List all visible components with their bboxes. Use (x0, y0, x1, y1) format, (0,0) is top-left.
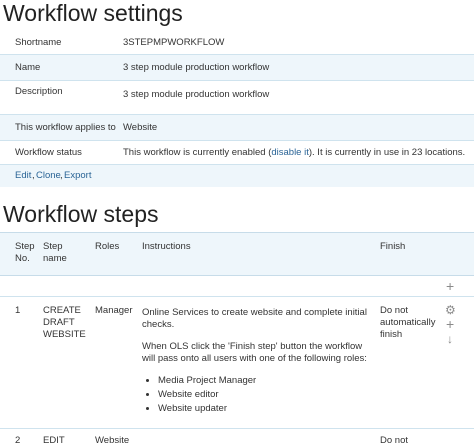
name-label: Name (15, 62, 41, 73)
row-divider (0, 296, 474, 297)
role-list: Media Project Manager Website editor Web… (142, 375, 370, 415)
settings-row-applies: This workflow applies to Website (0, 114, 474, 140)
clone-link[interactable]: Clone (36, 170, 61, 181)
gear-icon[interactable]: ⚙ (445, 304, 456, 316)
shortname-value: 3STEPMPWORKFLOW (123, 37, 225, 48)
header-finish: Finish (380, 241, 406, 252)
step-1-name: CREATE DRAFT WEBSITE (43, 305, 86, 340)
step-1-finish: Do not automatically finish (380, 305, 436, 340)
step-2-number: 2 (15, 435, 21, 446)
separator: , (32, 170, 35, 181)
applies-label: This workflow applies to (15, 122, 116, 133)
separator: , (60, 170, 63, 181)
step-1-number: 1 (15, 305, 21, 316)
header-instructions: Instructions (142, 241, 191, 252)
step-2-roles: Website (95, 435, 130, 446)
header-roles: Roles (95, 241, 120, 252)
status-label: Workflow status (15, 147, 82, 158)
disable-link[interactable]: disable it (271, 147, 309, 158)
settings-actions: Edit , Clone , Export (0, 164, 474, 187)
plus-icon[interactable]: + (446, 317, 454, 331)
arrow-down-icon[interactable]: ↓ (447, 333, 453, 345)
header-step-no: Step No. (15, 241, 35, 264)
steps-title: Workflow steps (3, 201, 159, 227)
row-divider (0, 428, 474, 429)
status-value: This workflow is currently enabled (disa… (123, 147, 465, 159)
name-value: 3 step module production workflow (123, 62, 270, 73)
instructions-paragraph: Online Services to create website and co… (142, 307, 367, 330)
settings-row-shortname: Shortname 3STEPMPWORKFLOW (0, 30, 474, 54)
settings-title: Workflow settings (3, 0, 183, 26)
step-2-finish: Do not (380, 435, 408, 446)
steps-table-header: Step No. Step name Roles Instructions Fini… (0, 232, 474, 276)
instructions-paragraph: When OLS click the 'Finish step' button … (142, 341, 367, 364)
role-list-item: Website editor (158, 389, 370, 401)
step-1-instructions: Online Services to create website and co… (142, 307, 370, 417)
description-label: Description (15, 86, 63, 97)
step-2-name: EDIT (43, 435, 65, 446)
role-list-item: Media Project Manager (158, 375, 370, 387)
step-1-roles: Manager (95, 305, 133, 316)
header-step-name: Step name (43, 241, 67, 264)
settings-row-description: Description 3 step module production wor… (0, 80, 474, 114)
settings-row-status: Workflow status This workflow is current… (0, 140, 474, 164)
description-value: 3 step module production workflow (123, 89, 270, 100)
shortname-label: Shortname (15, 37, 62, 48)
role-list-item: Website updater (158, 403, 370, 415)
edit-link[interactable]: Edit (15, 170, 31, 181)
applies-value: Website (123, 122, 158, 133)
export-link[interactable]: Export (64, 170, 91, 181)
status-prefix: This workflow is currently enabled ( (123, 147, 272, 158)
plus-icon[interactable]: + (446, 279, 454, 293)
status-suffix: ). It is currently in use in 23 location… (308, 147, 466, 158)
settings-row-name: Name 3 step module production workflow (0, 54, 474, 80)
